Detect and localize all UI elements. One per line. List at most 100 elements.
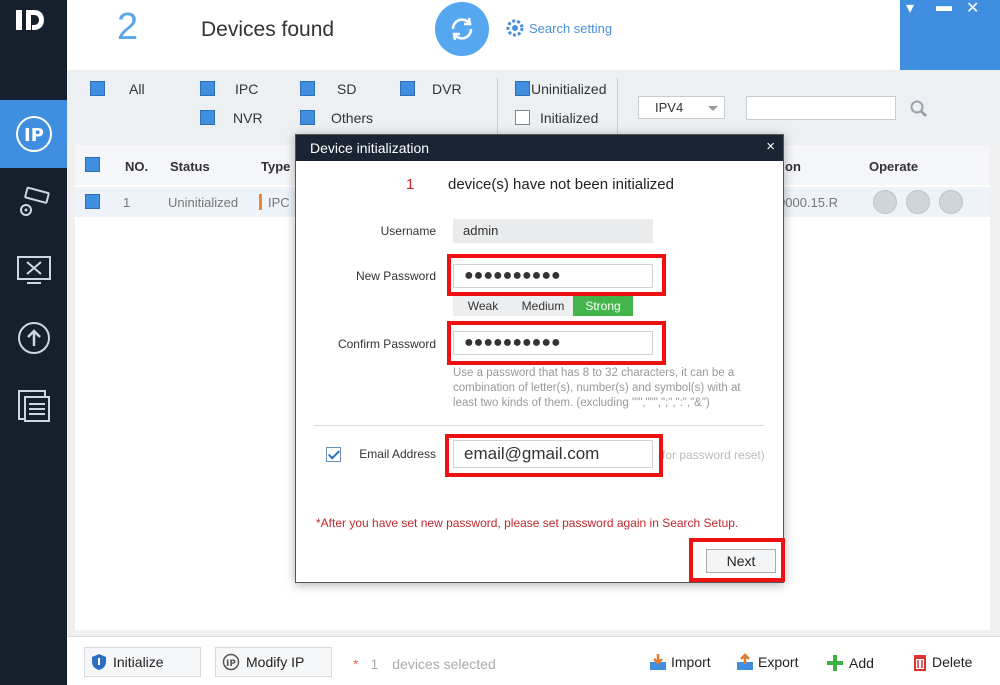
refresh-button[interactable]: [435, 2, 489, 56]
initialize-button[interactable]: Initialize: [84, 647, 201, 677]
strength-medium: Medium: [513, 296, 573, 316]
filter-ipc-checkbox[interactable]: [200, 81, 215, 96]
filter-uninitialized-checkbox[interactable]: [515, 81, 530, 96]
column-version: on: [785, 159, 801, 174]
username-field[interactable]: admin: [453, 219, 653, 243]
import-label: Import: [671, 654, 711, 670]
type-color-bar: [259, 194, 262, 210]
restore-icon[interactable]: ▬: [936, 0, 952, 16]
edit-icon[interactable]: [873, 190, 897, 214]
filter-initialized-checkbox[interactable]: [515, 110, 530, 125]
username-label: Username: [380, 224, 436, 238]
search-icon[interactable]: [909, 99, 929, 119]
search-setting-label: Search setting: [529, 20, 613, 36]
ip-version-select[interactable]: IPV4: [638, 96, 725, 119]
modify-ip-button[interactable]: IP Modify IP: [215, 647, 332, 677]
filter-others-checkbox[interactable]: [300, 110, 315, 125]
tools-monitor-icon: [16, 256, 51, 284]
sidebar-item-tools[interactable]: [0, 236, 67, 304]
camera-gear-icon: [19, 186, 50, 216]
gear-icon: [506, 19, 524, 37]
minimize-icon[interactable]: ▾: [906, 0, 914, 18]
delete-button[interactable]: Delete: [912, 653, 972, 671]
email-label: Email Address: [359, 447, 436, 461]
row-checkbox[interactable]: [85, 194, 100, 209]
row-status: Uninitialized: [168, 195, 239, 210]
filter-sd-label: SD: [337, 81, 357, 97]
filter-nvr-checkbox[interactable]: [200, 110, 215, 125]
column-operate: Operate: [869, 159, 919, 174]
trash-icon: [914, 655, 926, 671]
new-password-highlight: [447, 254, 666, 296]
sidebar: IP: [0, 0, 67, 685]
selection-info: * 1 devices selected: [353, 656, 496, 672]
filter-sd-checkbox[interactable]: [300, 81, 315, 96]
add-button[interactable]: Add: [825, 653, 874, 673]
filter-dvr-checkbox[interactable]: [400, 81, 415, 96]
device-count: 2: [117, 6, 139, 48]
filter-all-checkbox[interactable]: [90, 81, 105, 96]
dialog-close-icon[interactable]: ×: [766, 138, 775, 155]
modify-ip-label: Modify IP: [246, 654, 305, 670]
device-initialization-dialog: Device initialization × 1 device(s) have…: [295, 134, 785, 583]
header: 2 Devices found Search setting ▾ ▬ ✕: [67, 0, 1000, 70]
plus-icon: [827, 655, 843, 671]
search-input[interactable]: [746, 96, 896, 120]
filter-bar: All IPC SD DVR NVR Others Uninitialized …: [67, 70, 1000, 142]
web-icon[interactable]: [939, 190, 963, 214]
new-password-label: New Password: [355, 269, 436, 283]
dialog-divider: [314, 425, 764, 426]
filter-separator: [617, 78, 618, 134]
close-icon[interactable]: ✕: [966, 0, 979, 18]
column-type: Type: [261, 159, 291, 174]
dialog-title-bar: Device initialization ×: [296, 135, 783, 161]
import-button[interactable]: Import: [649, 653, 711, 671]
sidebar-item-camera[interactable]: [0, 168, 67, 236]
upgrade-icon: [17, 322, 50, 354]
column-no: NO.: [125, 159, 149, 174]
email-suffix: (for password reset): [658, 448, 765, 462]
details-icon[interactable]: [906, 190, 930, 214]
strength-weak: Weak: [453, 296, 513, 316]
import-icon: [650, 654, 666, 670]
export-button[interactable]: Export: [736, 653, 798, 671]
row-type: IPC: [268, 195, 290, 210]
export-icon: [737, 653, 753, 670]
column-status: Status: [170, 159, 210, 174]
confirm-password-highlight: [447, 321, 666, 365]
modify-ip-icon: IP: [222, 653, 240, 671]
bottom-toolbar: Initialize IP Modify IP * 1 devices select…: [67, 636, 1000, 685]
strength-strong: Strong: [573, 296, 633, 316]
confirm-password-label: Confirm Password: [337, 337, 436, 351]
uninitialized-count: 1: [406, 176, 415, 193]
sidebar-item-upgrade[interactable]: [0, 304, 67, 372]
initialize-label: Initialize: [113, 654, 164, 670]
sidebar-item-documents[interactable]: [0, 372, 67, 440]
chevron-down-icon: [708, 106, 718, 111]
select-all-checkbox[interactable]: [85, 157, 100, 172]
svg-text:IP: IP: [24, 125, 44, 146]
search-setting-link[interactable]: Search setting: [505, 18, 612, 38]
svg-text:IP: IP: [226, 659, 236, 669]
filter-nvr-label: NVR: [233, 110, 263, 126]
row-no: 1: [123, 195, 131, 210]
email-highlight: [445, 434, 663, 477]
filter-separator: [497, 78, 498, 134]
delete-label: Delete: [932, 654, 973, 670]
shield-icon: [92, 654, 106, 670]
filter-dvr-label: DVR: [432, 81, 462, 97]
filter-ipc-label: IPC: [235, 81, 259, 97]
selection-star: *: [353, 656, 359, 672]
app-logo-icon: [16, 10, 44, 30]
window-controls: ▾ ▬ ✕: [900, 0, 1000, 70]
document-list-icon: [17, 390, 50, 422]
filter-others-label: Others: [331, 110, 374, 126]
uninitialized-message: device(s) have not been initialized: [448, 176, 674, 193]
refresh-icon: [451, 17, 473, 41]
sidebar-item-ip-config[interactable]: IP: [0, 100, 67, 168]
email-checkbox[interactable]: [326, 447, 341, 462]
filter-all-label: All: [129, 81, 145, 97]
ip-icon: IP: [15, 116, 52, 152]
selected-count: 1: [370, 656, 379, 672]
filter-uninitialized-label: Uninitialized: [531, 81, 607, 97]
